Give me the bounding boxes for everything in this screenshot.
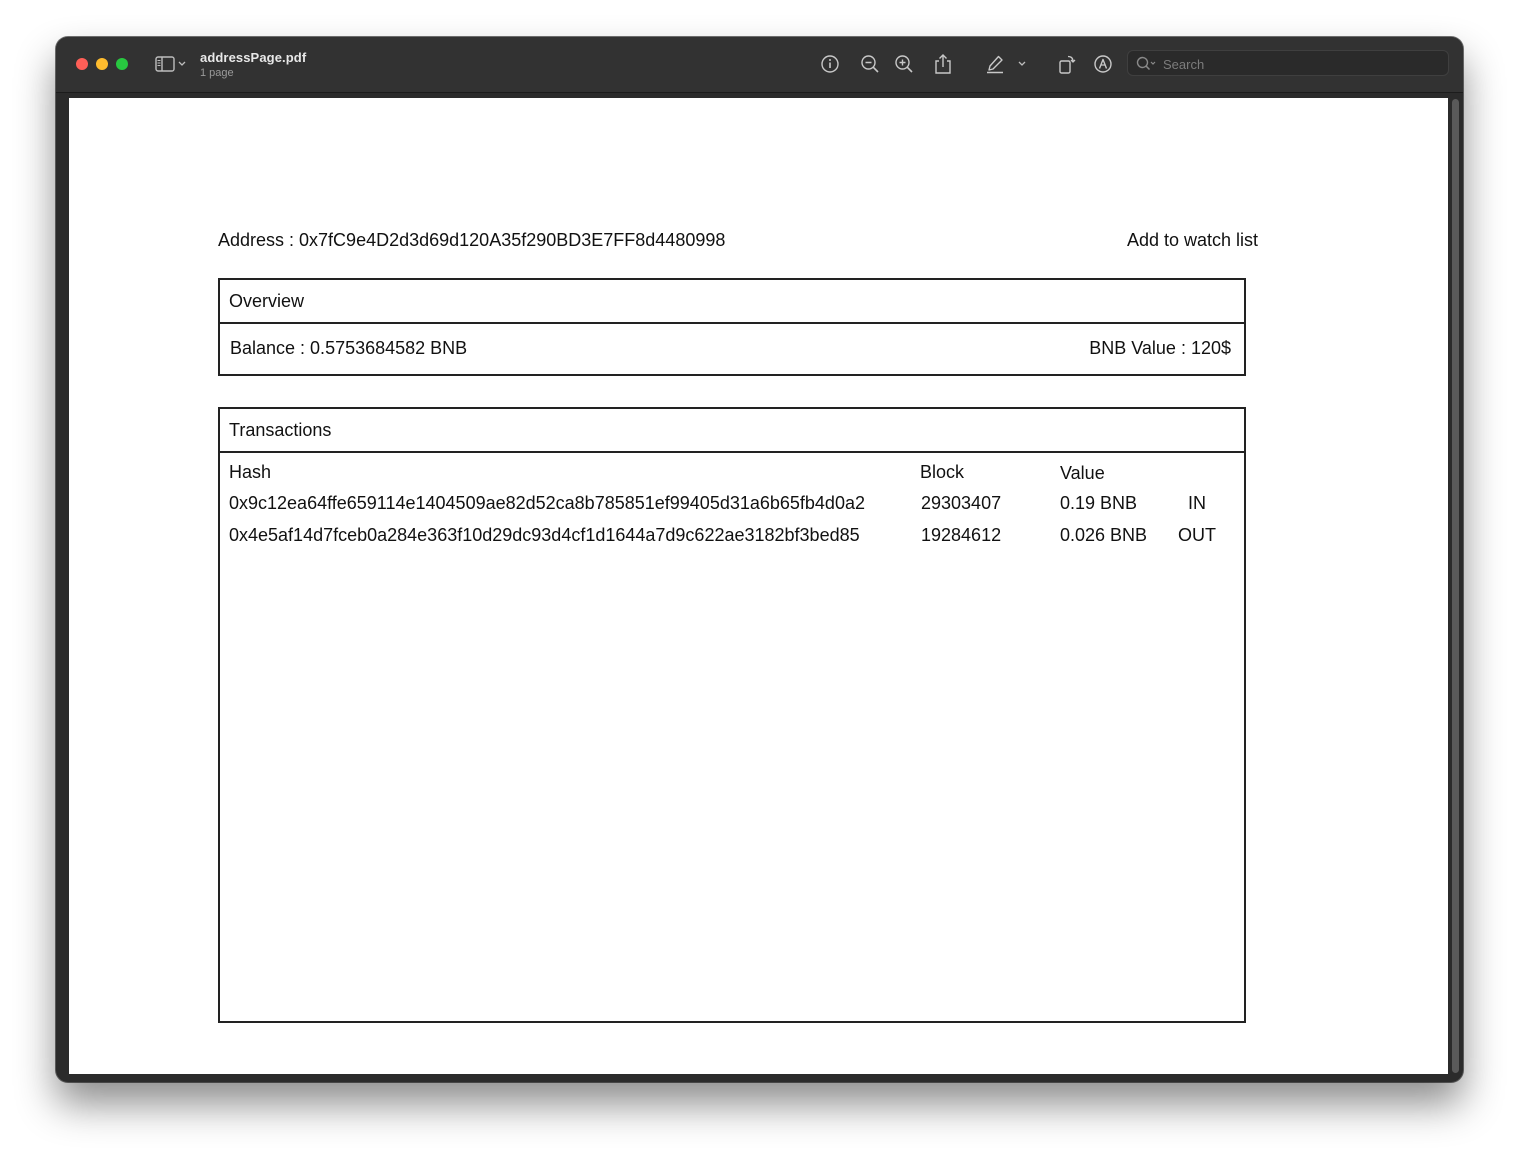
chevron-down-icon — [177, 60, 187, 68]
column-header-value: Value — [1060, 463, 1105, 483]
transactions-panel: Transactions Hash Block Value 0x9c12ea64… — [218, 407, 1246, 1023]
minimize-window-button[interactable] — [96, 58, 108, 70]
transactions-header: Transactions — [220, 409, 1244, 453]
tx-hash: 0x9c12ea64ffe659114e1404509ae82d52ca8b78… — [229, 493, 865, 513]
tx-block: 19284612 — [921, 525, 1002, 545]
tx-value: 0.19 BNB — [1060, 493, 1138, 513]
zoom-in-icon — [894, 54, 914, 74]
info-icon — [820, 54, 840, 74]
maximize-window-button[interactable] — [116, 58, 128, 70]
rotate-button[interactable] — [1055, 51, 1079, 77]
document-title: addressPage.pdf — [200, 50, 307, 65]
overview-panel: Overview Balance : 0.5753684582 BNB BNB … — [218, 278, 1246, 376]
markup-icon — [1093, 54, 1113, 74]
pdf-page: Address : 0x7fC9e4D2d3d69d120A35f290BD3E… — [69, 98, 1448, 1074]
document-page-count: 1 page — [200, 67, 234, 79]
info-button[interactable] — [818, 51, 842, 77]
table-row: 0x9c12ea64ffe659114e1404509ae82d52ca8b78… — [220, 487, 1244, 519]
transactions-table: Hash Block Value 0x9c12ea64ffe659114e140… — [220, 453, 1244, 551]
sidebar-icon — [155, 56, 177, 72]
zoom-out-icon — [860, 54, 880, 74]
address-label: Address : 0x7fC9e4D2d3d69d120A35f290BD3E… — [218, 230, 726, 250]
sidebar-toggle-button[interactable] — [153, 51, 189, 77]
tx-direction: IN — [1188, 493, 1206, 513]
titlebar: addressPage.pdf 1 page — [56, 37, 1463, 93]
share-button[interactable] — [931, 51, 955, 77]
share-icon — [933, 53, 953, 75]
add-to-watch-list-link[interactable]: Add to watch list — [1127, 230, 1258, 251]
table-row: 0x4e5af14d7fceb0a284e363f10d29dc93d4cf1d… — [220, 519, 1244, 551]
highlight-pen-icon — [985, 54, 1005, 74]
overview-row: Balance : 0.5753684582 BNB BNB Value : 1… — [220, 324, 1244, 374]
zoom-in-button[interactable] — [892, 51, 916, 77]
highlight-options-button[interactable] — [1014, 51, 1030, 77]
preview-window: addressPage.pdf 1 page Search Address: … — [56, 37, 1463, 1082]
balance-text: Balance : 0.5753684582 BNB — [230, 338, 468, 358]
highlight-button[interactable] — [982, 51, 1008, 77]
markup-button[interactable] — [1091, 51, 1115, 77]
overview-header: Overview — [220, 280, 1244, 324]
tx-hash: 0x4e5af14d7fceb0a284e363f10d29dc93d4cf1d… — [229, 525, 860, 545]
tx-value: 0.026 BNB — [1060, 525, 1148, 545]
vertical-scrollbar[interactable] — [1452, 99, 1459, 1073]
column-header-block: Block — [920, 462, 965, 482]
tx-direction: OUT — [1178, 525, 1216, 545]
search-icon — [1136, 56, 1158, 77]
table-header-row: Hash Block Value — [220, 453, 1244, 487]
zoom-out-button[interactable] — [858, 51, 882, 77]
search-field[interactable] — [1127, 50, 1449, 76]
search-input[interactable] — [1161, 54, 1435, 74]
bnb-value-text: BNB Value : 120$ — [1089, 338, 1231, 358]
chevron-down-icon — [1017, 60, 1027, 68]
rotate-icon — [1057, 54, 1077, 74]
tx-block: 29303407 — [921, 493, 1002, 513]
column-header-hash: Hash — [229, 462, 272, 482]
close-window-button[interactable] — [76, 58, 88, 70]
